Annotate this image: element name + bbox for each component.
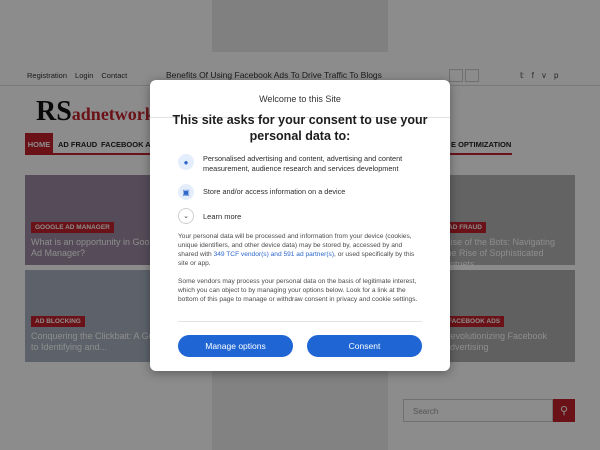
manage-options-button[interactable]: Manage options	[178, 335, 293, 357]
purpose-text: Personalised advertising and content, ad…	[203, 154, 403, 173]
purpose-item: ● Personalised advertising and content, …	[178, 154, 422, 173]
divider	[178, 321, 422, 322]
purpose-item: ▣ Store and/or access information on a d…	[178, 184, 422, 200]
learn-more-toggle[interactable]: ⌄ Learn more	[178, 208, 241, 224]
person-icon: ●	[178, 154, 194, 170]
learn-more-label: Learn more	[203, 211, 242, 221]
purpose-text: Store and/or access information on a dev…	[203, 187, 346, 196]
consent-heading: This site asks for your consent to use y…	[172, 113, 428, 143]
consent-button[interactable]: Consent	[307, 335, 422, 357]
consent-paragraph-1: Your personal data will be processed and…	[178, 233, 415, 267]
vendors-link[interactable]: 349 TCF vendor(s) and 591 ad partner(s)	[214, 251, 334, 258]
consent-paragraph-2: Some vendors may process your personal d…	[178, 278, 418, 303]
chevron-down-icon: ⌄	[178, 208, 194, 224]
device-icon: ▣	[178, 184, 194, 200]
consent-dialog: Welcome to this Site This site asks for …	[150, 80, 450, 371]
